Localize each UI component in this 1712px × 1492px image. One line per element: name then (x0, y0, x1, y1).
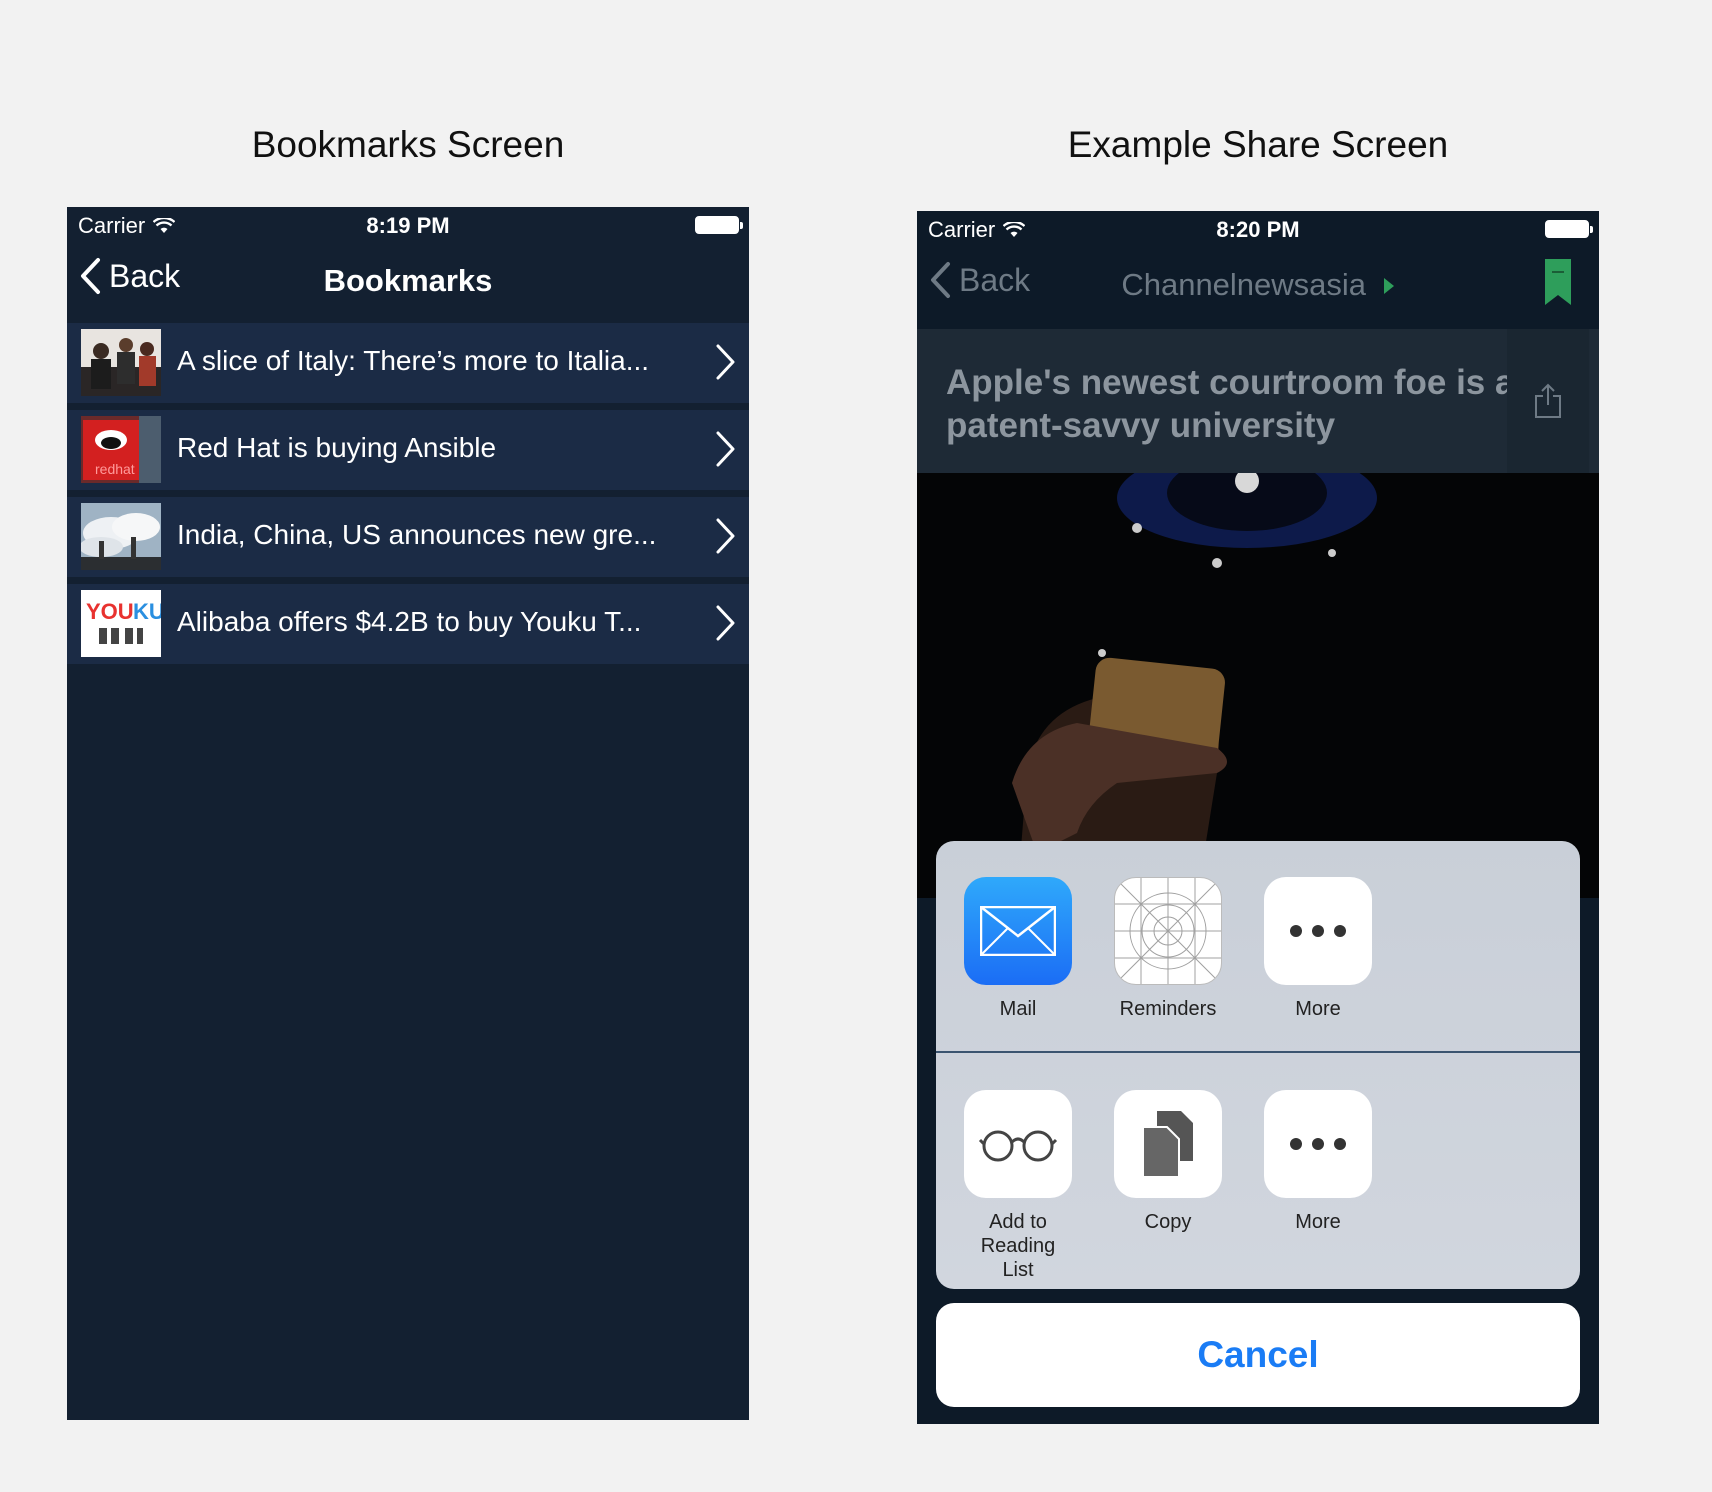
share-more-label: More (1295, 998, 1341, 1020)
reading-list-icon (964, 1090, 1072, 1198)
copy-icon (1114, 1090, 1222, 1198)
battery-icon (695, 216, 743, 234)
bookmark-icon[interactable] (1543, 259, 1573, 307)
share-more-button[interactable]: More (1263, 1090, 1373, 1234)
bookmark-row[interactable]: A slice of Italy: There’s more to Italia… (67, 323, 749, 403)
share-screen-caption: Example Share Screen (1067, 124, 1449, 165)
smokestack-photo-thumbnail (81, 503, 161, 570)
share-sheet-divider (936, 1051, 1580, 1053)
source-title[interactable]: Channelnewsasia (917, 267, 1599, 303)
bookmark-title: India, China, US announces new gre... (177, 519, 657, 550)
bookmark-row[interactable]: YOU KU Alibaba offers $4.2B to buy Youku… (67, 584, 749, 664)
svg-text:KU: KU (133, 599, 161, 624)
mail-icon (964, 877, 1072, 985)
share-sheet: Mail Reminders More Add to Reading List … (936, 841, 1580, 1289)
share-reading-list-label: Add to (989, 1211, 1047, 1233)
share-reading-list-label-2: Reading List (980, 1235, 1056, 1281)
share-copy-label: Copy (1144, 1211, 1192, 1233)
cancel-button[interactable]: Cancel (936, 1303, 1580, 1407)
share-screen: Carrier 8:20 PM Back Channelnewsasia App… (917, 211, 1599, 1424)
share-copy-button[interactable]: Copy (1113, 1090, 1223, 1234)
battery-icon (1545, 220, 1593, 238)
page-title: Bookmarks (323, 263, 493, 298)
chevron-right-icon (716, 431, 735, 467)
status-bar: Carrier 8:19 PM (67, 207, 749, 243)
more-icon (1264, 877, 1372, 985)
share-more-label: More (1295, 1211, 1341, 1233)
chevron-right-icon (716, 605, 735, 641)
bookmark-title: Red Hat is buying Ansible (177, 432, 497, 463)
share-icon (1535, 383, 1561, 418)
more-icon (1264, 1090, 1372, 1198)
source-title-label: Channelnewsasia (1121, 267, 1367, 302)
chevron-right-icon (716, 518, 735, 554)
share-reminders-label: Reminders (1119, 998, 1217, 1020)
bookmark-row[interactable]: India, China, US announces new gre... (67, 497, 749, 577)
share-mail-button[interactable]: Mail (963, 877, 1073, 1021)
status-bar: Carrier 8:20 PM (917, 211, 1599, 247)
svg-text:redhat: redhat (95, 461, 135, 477)
youku-logo-thumbnail: YOU KU (81, 590, 161, 657)
bookmark-title: Alibaba offers $4.2B to buy Youku T... (177, 606, 642, 637)
reminders-icon (1114, 877, 1222, 985)
article-image (917, 473, 1599, 898)
share-button[interactable] (1507, 329, 1589, 473)
share-reading-list-button[interactable]: Add to Reading List (963, 1090, 1073, 1282)
disclosure-triangle-icon (1383, 278, 1394, 294)
bookmarks-screen: Carrier 8:19 PM Back Bookmarks A slice o… (67, 207, 749, 1420)
navigation-bar: Back Channelnewsasia (917, 247, 1599, 327)
bookmark-title: A slice of Italy: There’s more to Italia… (177, 345, 650, 376)
redhat-logo-thumbnail: redhat (81, 416, 161, 483)
people-photo-thumbnail (81, 329, 161, 396)
article-headline: Apple's newest courtroom foe is a patent… (946, 363, 1515, 445)
share-mail-label: Mail (999, 998, 1037, 1020)
svg-text:YOU: YOU (86, 599, 134, 624)
article-header: Apple's newest courtroom foe is a patent… (917, 329, 1599, 473)
status-time: 8:19 PM (366, 213, 450, 238)
bookmark-row[interactable]: redhat Red Hat is buying Ansible (67, 410, 749, 490)
bookmarks-screen-caption: Bookmarks Screen (251, 124, 565, 165)
status-time: 8:20 PM (1216, 217, 1300, 242)
navigation-bar: Back Bookmarks (67, 243, 749, 323)
chevron-right-icon (716, 344, 735, 380)
share-more-button[interactable]: More (1263, 877, 1373, 1021)
share-reminders-button[interactable]: Reminders (1113, 877, 1223, 1021)
